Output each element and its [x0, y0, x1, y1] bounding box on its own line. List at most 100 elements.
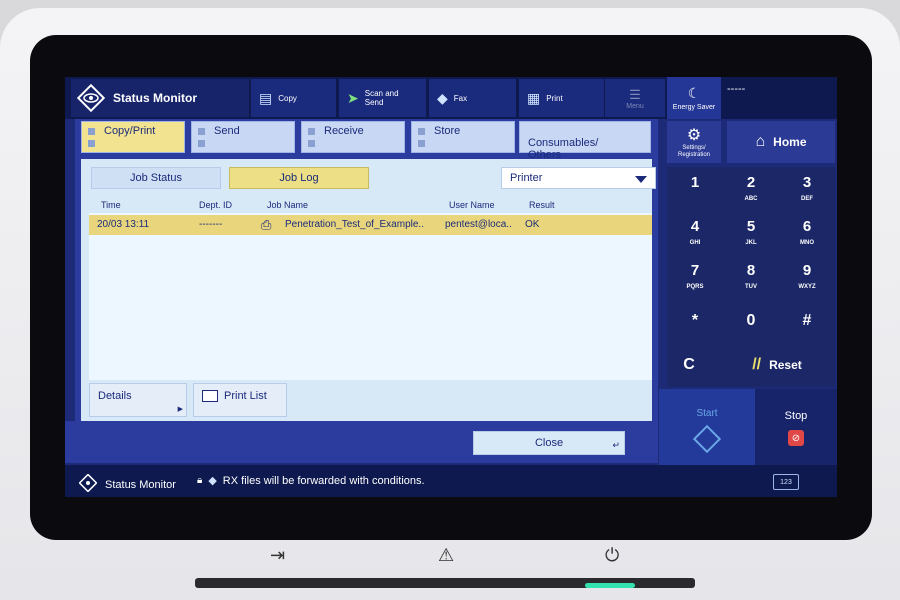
- clear-button[interactable]: C: [663, 345, 715, 385]
- lock-icon: 🔒︎: [197, 475, 203, 486]
- user-placeholder: -----: [727, 83, 746, 95]
- hamburger-icon: ☰: [629, 86, 641, 102]
- close-button[interactable]: Close ↵: [473, 431, 625, 455]
- tab-job-log[interactable]: Job Log: [229, 167, 369, 189]
- key-9[interactable]: 9 WXYZ: [781, 257, 833, 297]
- status-message: 🔒︎ ◆ RX files will be forwarded with con…: [197, 474, 425, 488]
- col-job-name: Job Name: [267, 200, 309, 210]
- copy-function-button[interactable]: ▤ Copy: [251, 79, 337, 117]
- key-digit: 0: [746, 312, 756, 329]
- key-1[interactable]: 1: [669, 169, 721, 209]
- fax-function-button[interactable]: ◆ Fax: [429, 79, 517, 117]
- printer-icon: ⎙: [261, 217, 272, 232]
- menu-button[interactable]: ☰ Menu: [605, 79, 665, 117]
- scan-send-function-button[interactable]: ➤ Scan and Send: [339, 79, 427, 117]
- copy-icon: ▤: [259, 89, 273, 106]
- key-digit: 8: [746, 262, 756, 279]
- energy-saver-button[interactable]: ☾ Energy Saver: [667, 77, 721, 119]
- settings-label: Settings/ Registration: [677, 145, 710, 158]
- moon-icon: ☾: [687, 85, 701, 101]
- stop-button[interactable]: Stop ⊘: [755, 389, 837, 467]
- key-letters: TUV: [745, 284, 757, 290]
- cell-time: 20/03 13:11: [97, 219, 150, 230]
- eye-icon: [78, 473, 98, 495]
- fax-icon: ◆: [437, 89, 448, 106]
- status-monitor-shortcut[interactable]: Status Monitor: [78, 473, 176, 495]
- tab-consumables-label: Consumables/ Others: [528, 137, 599, 161]
- tab-copy-print-label: Copy/Print: [104, 125, 156, 137]
- cell-job-name: Penetration_Test_of_Example..: [285, 219, 424, 230]
- gear-icon: ⚙: [686, 127, 702, 144]
- key-letters: PQRS: [686, 284, 704, 290]
- cell-dept-id: -------: [199, 219, 223, 230]
- key-4[interactable]: 4 GHI: [669, 213, 721, 253]
- warning-icon[interactable]: ⚠: [438, 545, 454, 566]
- start-label: Start: [696, 407, 718, 419]
- status-bar: Status Monitor 🔒︎ ◆ RX files will be for…: [65, 465, 837, 497]
- key-digit: 7: [690, 262, 700, 279]
- indicator-icon: [198, 140, 205, 147]
- key-letters: MNO: [800, 240, 814, 246]
- key-letters: ABC: [744, 196, 758, 202]
- print-list-button[interactable]: Print List: [193, 383, 287, 417]
- stop-icon: ⊘: [788, 430, 804, 446]
- key-hash[interactable]: #: [781, 301, 833, 341]
- print-label: Print: [546, 93, 563, 103]
- key-5[interactable]: 5 JKL: [725, 213, 777, 253]
- cell-result: OK: [525, 219, 540, 230]
- job-log-table: Time Dept. ID Job Name User Name Result …: [89, 197, 652, 380]
- tab-store-label: Store: [434, 125, 461, 137]
- status-led: [585, 583, 635, 588]
- tab-copy-print[interactable]: Copy/Print: [81, 121, 185, 153]
- print-function-button[interactable]: ▦ Print: [519, 79, 605, 117]
- indicator-icon: [88, 140, 95, 147]
- scan-send-label: Scan and Send: [364, 89, 399, 107]
- details-label: Details: [98, 390, 132, 402]
- key-digit: 6: [802, 218, 812, 235]
- key-3[interactable]: 3 DEF: [781, 169, 833, 209]
- corner-arrow-icon: ↵: [612, 440, 620, 450]
- indicator-icon: [308, 128, 315, 135]
- print-list-label: Print List: [224, 390, 267, 402]
- key-6[interactable]: 6 MNO: [781, 213, 833, 253]
- key-digit: 2: [746, 174, 756, 191]
- key-digit: 5: [746, 218, 756, 235]
- tab-send[interactable]: Send: [191, 121, 295, 153]
- clear-label: C: [683, 356, 695, 373]
- key-letters: GHI: [689, 240, 701, 246]
- home-icon: ⌂: [755, 133, 766, 150]
- tab-job-status[interactable]: Job Status: [91, 167, 221, 189]
- fax-label: Fax: [453, 93, 468, 103]
- col-time: Time: [101, 200, 121, 210]
- tab-store[interactable]: Store: [411, 121, 515, 153]
- tab-consumables[interactable]: Consumables/ Others: [519, 121, 651, 161]
- keyboard-icon[interactable]: 123: [773, 474, 799, 490]
- status-monitor-title[interactable]: Status Monitor: [71, 79, 249, 117]
- indicator-icon: [418, 140, 425, 147]
- key-star[interactable]: *: [669, 301, 721, 341]
- start-button[interactable]: Start: [659, 389, 755, 467]
- settings-registration-button[interactable]: ⚙ Settings/ Registration: [667, 121, 721, 163]
- login-icon[interactable]: ⇥: [270, 545, 285, 566]
- triangle-right-icon: ▶: [177, 406, 183, 413]
- key-0[interactable]: 0: [725, 301, 777, 341]
- indicator-icon: [308, 140, 315, 147]
- key-8[interactable]: 8 TUV: [725, 257, 777, 297]
- app-title-text: Status Monitor: [113, 91, 197, 105]
- table-row[interactable]: 20/03 13:11 ------- ⎙ Penetration_Test_o…: [89, 215, 652, 235]
- reset-button[interactable]: // Reset: [723, 345, 831, 385]
- device-select[interactable]: Printer: [501, 167, 656, 189]
- status-message-text: RX files will be forwarded with conditio…: [222, 474, 425, 487]
- print-icon: ▦: [527, 89, 541, 106]
- key-2[interactable]: 2 ABC: [725, 169, 777, 209]
- key-7[interactable]: 7 PQRS: [669, 257, 721, 297]
- home-button[interactable]: ⌂ Home: [727, 121, 835, 163]
- key-letters: WXYZ: [798, 284, 816, 290]
- key-digit: *: [691, 312, 699, 329]
- energy-saver-label: Energy Saver: [672, 104, 716, 111]
- power-icon[interactable]: ⏻: [605, 545, 619, 566]
- reset-icon: //: [752, 356, 762, 373]
- details-button[interactable]: Details ▶: [89, 383, 187, 417]
- home-label: Home: [773, 135, 807, 149]
- tab-receive[interactable]: Receive: [301, 121, 405, 153]
